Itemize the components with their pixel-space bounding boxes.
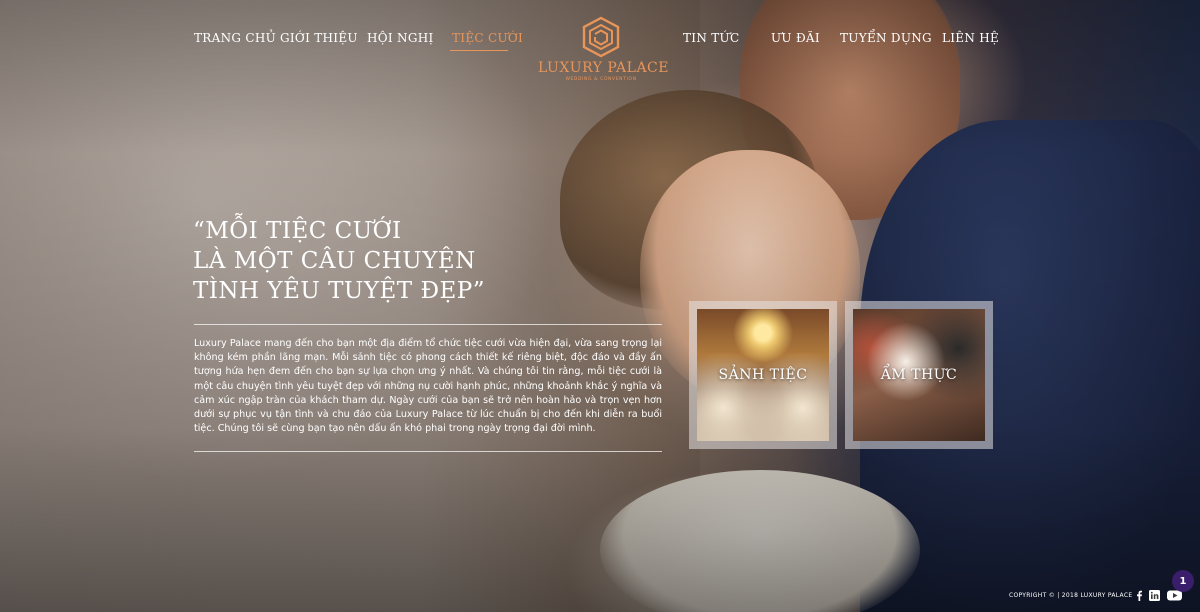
- quote-line-2: LÀ MỘT CÂU CHUYỆN: [193, 248, 476, 274]
- hero-description: Luxury Palace mang đến cho bạn một địa đ…: [194, 338, 662, 435]
- quote-line-1: “MỖI TIỆC CƯỚI: [193, 218, 402, 244]
- hero-shade-overlay: [0, 0, 1200, 612]
- card-label: ẨM THỰC: [880, 367, 958, 383]
- divider-bottom: [194, 451, 662, 452]
- nav-item-tuyen-dung[interactable]: TUYỂN DỤNG: [840, 31, 932, 45]
- hexagon-logo-icon: [582, 16, 620, 58]
- facebook-icon[interactable]: [1132, 588, 1146, 602]
- nav-item-gioi-thieu[interactable]: GIỚI THIỆU: [280, 31, 358, 45]
- nav-active-underline: [450, 50, 508, 51]
- card-sanh-tiec[interactable]: SẢNH TIỆC: [689, 301, 837, 449]
- quote-line-3: TÌNH YÊU TUYỆT ĐẸP”: [193, 278, 486, 304]
- copyright-text: COPYRIGHT © | 2018 LUXURY PALACE: [1009, 592, 1133, 599]
- banquet-hall-image: SẢNH TIỆC: [697, 309, 829, 441]
- linkedin-icon[interactable]: [1147, 588, 1161, 602]
- logo-name: LUXURY PALACE: [538, 60, 669, 76]
- logo-tagline: WEDDING & CONVENTION: [565, 77, 637, 82]
- card-label: SẢNH TIỆC: [718, 367, 808, 383]
- nav-item-lien-he[interactable]: LIÊN HỆ: [942, 31, 999, 45]
- hero-background: [0, 0, 1200, 612]
- divider-top: [194, 324, 662, 325]
- card-am-thuc[interactable]: ẨM THỰC: [845, 301, 993, 449]
- nav-item-trang-chu[interactable]: TRANG CHỦ: [194, 31, 276, 45]
- nav-item-tiec-cuoi[interactable]: TIỆC CƯỚI: [452, 31, 523, 45]
- hero-quote: “MỖI TIỆC CƯỚI LÀ MỘT CÂU CHUYỆN TÌNH YÊ…: [193, 216, 613, 306]
- nav-item-tin-tuc[interactable]: TIN TỨC: [683, 31, 739, 45]
- cuisine-image: ẨM THỰC: [853, 309, 985, 441]
- nav-item-uu-dai[interactable]: ƯU ĐÃI: [771, 31, 820, 45]
- site-logo[interactable]: LUXURY PALACE WEDDING & CONVENTION: [538, 16, 669, 88]
- nav-item-hoi-nghi[interactable]: HỘI NGHỊ: [367, 31, 434, 45]
- notification-badge[interactable]: 1: [1172, 570, 1194, 592]
